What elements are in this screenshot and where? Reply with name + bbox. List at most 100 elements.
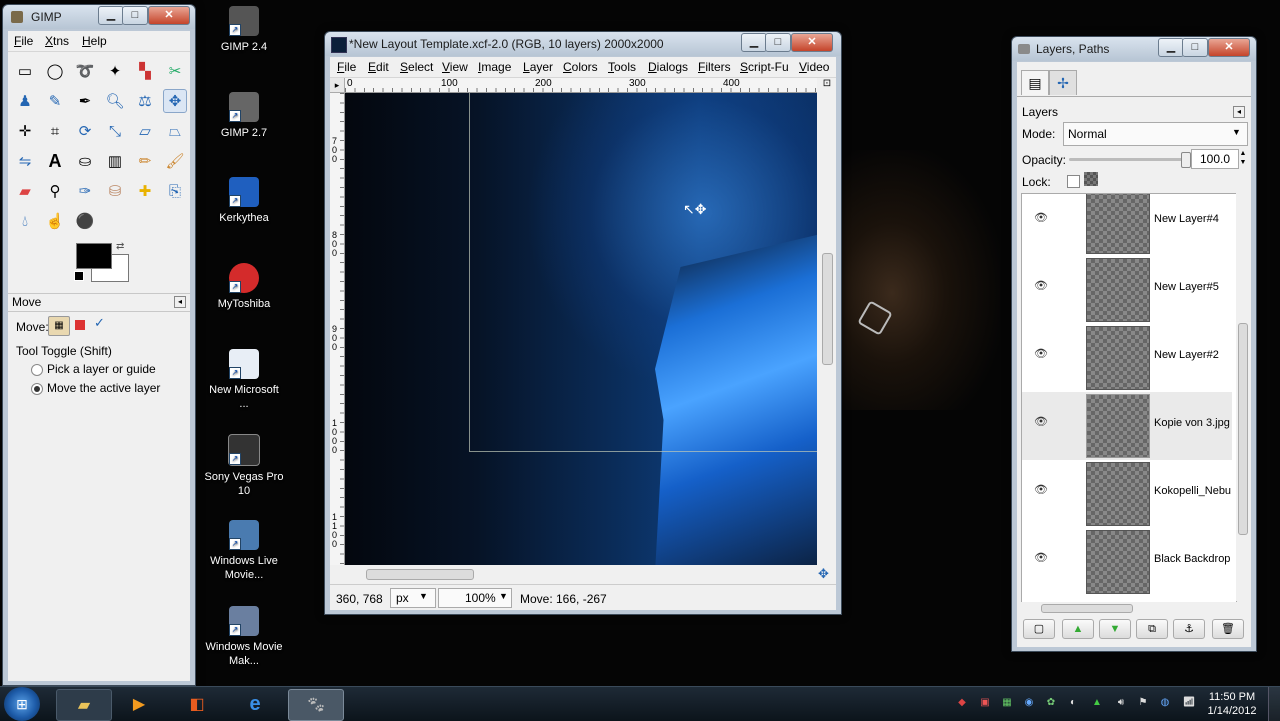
scrollbar-thumb[interactable] — [822, 253, 833, 365]
layer-name[interactable]: Black Backdrop — [1154, 553, 1234, 565]
eye-icon[interactable]: 👁︎ — [1034, 553, 1048, 564]
smudge-icon[interactable]: ☝ — [43, 209, 67, 233]
vertical-ruler[interactable]: 7 0 0 8 0 0 9 0 0 1 0 0 0 1 1 0 0 — [330, 93, 345, 565]
color-picker-icon[interactable]: ✒ — [73, 89, 97, 113]
menu-file[interactable]: File — [337, 60, 356, 74]
menu-script-fu[interactable]: Script-Fu — [740, 60, 789, 74]
scrollbar-thumb[interactable] — [1041, 604, 1133, 613]
eye-icon[interactable]: 👁︎ — [1034, 349, 1048, 360]
default-colors-icon[interactable] — [74, 271, 84, 281]
dock-menu-icon[interactable]: ◂ — [174, 296, 186, 308]
pick-layer-radio[interactable] — [31, 364, 43, 376]
image-titlebar[interactable]: *New Layout Template.xcf-2.0 (RGB, 10 la… — [325, 32, 841, 56]
eye-icon[interactable]: 👁︎ — [1034, 213, 1048, 224]
desktop-icon-live-movie[interactable]: ↗ Windows Live Movie... — [204, 520, 284, 582]
maximize-button[interactable]: □ — [122, 6, 148, 25]
layer-name[interactable]: Kopie von 3.jpg — [1154, 417, 1234, 429]
crop-icon[interactable]: ⌗ — [43, 119, 67, 143]
delete-layer-button[interactable]: 🗑︎ — [1212, 619, 1244, 639]
opacity-spinner[interactable]: ▲ ▼ — [1238, 149, 1248, 167]
airbrush-icon[interactable]: ⚲ — [43, 179, 67, 203]
opacity-slider[interactable] — [1069, 152, 1191, 168]
menu-filters[interactable]: Filters — [698, 60, 731, 74]
opacity-field[interactable]: 100.0 — [1191, 149, 1239, 169]
tray-app-icon[interactable]: ▲ — [1090, 697, 1104, 711]
desktop-icon-movie-maker[interactable]: ↗ Windows Movie Mak... — [204, 606, 284, 668]
eraser-icon[interactable]: ▰ — [13, 179, 37, 203]
layer-item[interactable]: 👁︎ Kokopelli_Nebu — [1022, 460, 1232, 528]
show-desktop-button[interactable] — [1268, 687, 1280, 721]
maximize-button[interactable]: □ — [1182, 38, 1208, 57]
lock-alpha-icon[interactable] — [1084, 172, 1098, 186]
rotate-icon[interactable]: ⟳ — [73, 119, 97, 143]
desktop-icon-gimp24[interactable]: ↗ GIMP 2.4 — [204, 6, 284, 54]
heal-icon[interactable]: ✚ — [133, 179, 157, 203]
tab-layers[interactable]: ▤ — [1021, 70, 1049, 95]
close-button[interactable]: ✕ — [1208, 38, 1250, 57]
dodge-burn-icon[interactable]: ⚫ — [73, 209, 97, 233]
move-tool-icon[interactable]: ✥ — [163, 89, 187, 113]
move-path-icon[interactable]: ✓ — [94, 315, 105, 331]
foreground-select-icon[interactable]: ♟ — [13, 89, 37, 113]
menu-xtns[interactable]: Xtns — [45, 34, 69, 48]
network-globe-icon[interactable]: ◍ — [1158, 697, 1172, 711]
vertical-scrollbar[interactable] — [819, 93, 835, 565]
wifi-icon[interactable]: 📶︎ — [1182, 697, 1196, 711]
taskbar-explorer[interactable]: ▰ — [56, 689, 112, 721]
minimize-button[interactable]: ▁ — [98, 6, 124, 25]
desktop-icon-sony-vegas[interactable]: ↗ Sony Vegas Pro 10 — [204, 434, 284, 498]
taskbar-office[interactable]: ◧ — [170, 689, 224, 719]
image-canvas[interactable]: ↖✥ — [345, 93, 817, 565]
layer-item-selected[interactable]: 👁︎ Kopie von 3.jpg — [1022, 392, 1232, 460]
lock-pixels-checkbox[interactable] — [1067, 175, 1080, 188]
lower-layer-button[interactable]: ▼ — [1099, 619, 1131, 639]
ellipse-select-icon[interactable]: ◯ — [43, 59, 67, 83]
tray-app-icon[interactable]: ◉ — [1022, 697, 1036, 711]
slider-handle[interactable] — [1181, 152, 1191, 168]
perspective-clone-icon[interactable]: ⎘ — [163, 179, 187, 203]
taskbar-media-player[interactable]: ▶ — [112, 689, 166, 719]
minimize-button[interactable]: ▁ — [741, 33, 767, 52]
layer-item[interactable]: 👁︎ New Layer#2 — [1022, 324, 1232, 392]
zoom-select[interactable]: 100% ▼ — [438, 588, 512, 608]
move-layer-icon[interactable]: ▦ — [48, 316, 70, 336]
tab-paths[interactable]: ✢ — [1049, 70, 1077, 95]
flip-icon[interactable]: ⇋ — [13, 149, 37, 173]
minimize-button[interactable]: ▁ — [1158, 38, 1184, 57]
horizontal-ruler[interactable]: 0 100 200 300 400 — [345, 78, 817, 93]
menu-edit[interactable]: Edit — [368, 60, 389, 74]
navigate-icon[interactable]: ⊡ — [819, 78, 835, 92]
close-button[interactable]: ✕ — [791, 33, 833, 52]
desktop-icon-mytoshiba[interactable]: ↗ MyToshiba — [204, 263, 284, 311]
anchor-layer-button[interactable]: ⚓︎ — [1173, 619, 1205, 639]
scrollbar-thumb[interactable] — [1238, 323, 1248, 535]
menu-dialogs[interactable]: Dialogs — [648, 60, 688, 74]
start-button[interactable]: ⊞ — [4, 687, 40, 721]
tray-app-icon[interactable]: ✿ — [1044, 697, 1058, 711]
layer-name[interactable]: New Layer#5 — [1154, 281, 1234, 293]
layer-name[interactable]: Kokopelli_Nebu — [1154, 485, 1234, 497]
mode-select[interactable]: Normal ▼ — [1063, 122, 1248, 146]
paths-icon[interactable]: ✎ — [43, 89, 67, 113]
desktop-icon-gimp27[interactable]: ↗ GIMP 2.7 — [204, 92, 284, 140]
layers-titlebar[interactable]: Layers, Paths ▁ □ ✕ — [1012, 37, 1256, 61]
eye-icon[interactable]: 👁︎ — [1034, 417, 1048, 428]
text-tool-icon[interactable]: A — [43, 149, 67, 173]
horizontal-scrollbar[interactable]: ✥ — [330, 566, 835, 582]
desktop-icon-new-microsoft[interactable]: ↗ New Microsoft ... — [204, 349, 284, 411]
measure-icon[interactable]: ⚖ — [133, 89, 157, 113]
taskbar-gimp[interactable]: 🐾︎ — [288, 689, 344, 721]
scissors-icon[interactable]: ✂ — [163, 59, 187, 83]
scale-icon[interactable]: ⤡ — [103, 119, 127, 143]
fuzzy-select-icon[interactable]: ✦ — [103, 59, 127, 83]
dock-menu-icon[interactable]: ◂ — [1233, 106, 1245, 118]
bucket-fill-icon[interactable]: ⛀ — [73, 149, 97, 173]
pencil-icon[interactable]: ✏ — [133, 149, 157, 173]
tray-app-icon[interactable]: ▦ — [1000, 697, 1014, 711]
foreground-color-swatch[interactable] — [76, 243, 112, 269]
clock[interactable]: 11:50 PM 1/14/2012 — [1204, 690, 1260, 718]
layer-item[interactable]: 👁︎ New Layer#5 — [1022, 256, 1232, 324]
eye-icon[interactable]: 👁︎ — [1034, 281, 1048, 292]
perspective-icon[interactable]: ⏢ — [163, 119, 187, 143]
color-select-icon[interactable]: ▚ — [133, 59, 157, 83]
